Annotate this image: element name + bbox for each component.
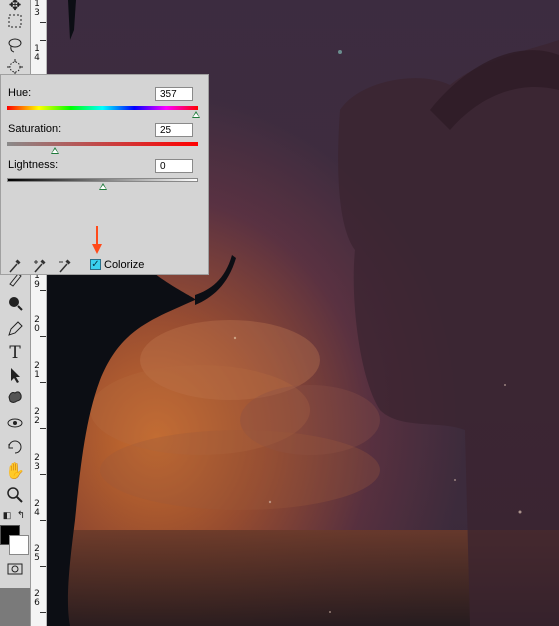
ruler-label: 5 bbox=[34, 553, 40, 563]
ruler-tick bbox=[40, 22, 46, 23]
type-icon[interactable]: T bbox=[3, 342, 27, 364]
colorize-label: Colorize bbox=[104, 259, 145, 271]
ruler-tick bbox=[40, 566, 46, 567]
zoom-icon[interactable] bbox=[3, 484, 27, 506]
lightness-slider-thumb[interactable] bbox=[98, 183, 107, 190]
pen-icon[interactable] bbox=[3, 318, 27, 340]
eyedropper-plus-icon[interactable] bbox=[33, 258, 47, 277]
ruler-label: 6 bbox=[34, 598, 40, 608]
ruler-tick bbox=[40, 612, 46, 613]
ruler-tick bbox=[40, 336, 46, 337]
hand-icon[interactable]: ✋ bbox=[3, 460, 27, 482]
quick-mask-icon[interactable] bbox=[3, 558, 27, 580]
colorize-checkbox[interactable]: ✓ bbox=[90, 259, 101, 270]
hue-slider-thumb[interactable] bbox=[192, 111, 201, 118]
lightness-slider-track[interactable] bbox=[7, 178, 198, 182]
lightness-input[interactable]: 0 bbox=[155, 159, 193, 173]
eyedropper-minus-icon[interactable] bbox=[58, 258, 72, 277]
ruler-tick bbox=[40, 290, 46, 291]
hue-input[interactable]: 357 bbox=[155, 87, 193, 101]
3d-orbit-icon[interactable] bbox=[3, 436, 27, 458]
swap-colors-icon[interactable]: ↰ bbox=[14, 504, 28, 526]
3d-rotate-icon[interactable] bbox=[3, 412, 27, 434]
ruler-label: 2 bbox=[34, 416, 40, 426]
custom-shape-icon[interactable] bbox=[3, 386, 27, 408]
ruler-tick bbox=[40, 40, 46, 41]
hue-saturation-dialog: Hue: 357 Saturation: 25 Lightness: 0 bbox=[0, 74, 209, 275]
dodge-icon[interactable] bbox=[3, 292, 27, 314]
screen-mode-area bbox=[0, 588, 30, 626]
marquee-icon[interactable] bbox=[3, 10, 27, 32]
saturation-slider-thumb[interactable] bbox=[50, 147, 59, 154]
lightness-label: Lightness: bbox=[8, 159, 59, 171]
eyedropper-icon[interactable] bbox=[8, 258, 22, 277]
saturation-label: Saturation: bbox=[8, 123, 62, 135]
saturation-slider-track[interactable] bbox=[7, 142, 198, 146]
ruler-label: 3 bbox=[34, 462, 40, 472]
lasso-icon[interactable] bbox=[3, 34, 27, 56]
ruler-label: 4 bbox=[34, 53, 40, 63]
hue-label: Hue: bbox=[8, 87, 32, 99]
background-color-swatch[interactable] bbox=[9, 535, 29, 555]
ruler-label: 3 bbox=[34, 8, 40, 18]
ruler-tick bbox=[40, 428, 46, 429]
hue-slider-track[interactable] bbox=[7, 106, 198, 110]
ruler-tick bbox=[40, 474, 46, 475]
ruler-label: 9 bbox=[34, 280, 40, 290]
ruler-tick bbox=[40, 520, 46, 521]
default-colors-icon[interactable]: ◧ bbox=[0, 504, 14, 526]
path-selection-icon[interactable] bbox=[3, 364, 27, 386]
saturation-input[interactable]: 25 bbox=[155, 123, 193, 137]
ruler-label: 1 bbox=[34, 370, 40, 380]
ruler-label: 4 bbox=[34, 508, 40, 518]
annotation-arrow-icon bbox=[92, 226, 102, 254]
ruler-label: 0 bbox=[34, 324, 40, 334]
ruler-tick bbox=[40, 382, 46, 383]
